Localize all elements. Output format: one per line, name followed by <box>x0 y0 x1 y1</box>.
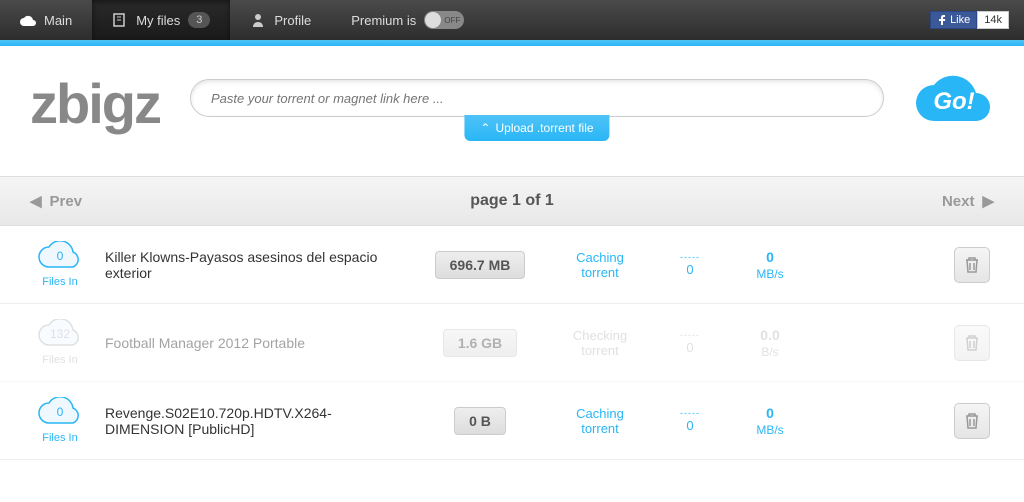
trash-icon <box>964 256 980 274</box>
search-input[interactable] <box>190 79 884 117</box>
search-wrapper: ⌃ Upload .torrent file <box>190 79 884 117</box>
file-speed: 0MB/s <box>735 249 805 281</box>
premium-status: Premium is OFF <box>351 11 464 29</box>
file-list: 0 Files In Killer Klowns-Payasos asesino… <box>0 226 1024 460</box>
files-in-label: Files In <box>30 276 90 288</box>
facebook-like[interactable]: Like 14k <box>930 11 1009 29</box>
upload-icon: ⌃ <box>480 121 490 135</box>
file-status: Cachingtorrent <box>555 406 645 436</box>
prev-button[interactable]: ◀ Prev <box>30 192 82 210</box>
file-seeds: -----0 <box>660 330 720 355</box>
nav-myfiles[interactable]: My files 3 <box>92 0 230 40</box>
svg-text:132: 132 <box>50 327 70 341</box>
cloud-icon: 132 <box>37 319 83 347</box>
nav-main[interactable]: Main <box>0 0 92 40</box>
cloud-icon: 0 <box>37 397 83 425</box>
file-seeds: -----0 <box>660 252 720 277</box>
file-status: Checkingtorrent <box>555 328 645 358</box>
cloud-icon <box>20 12 36 28</box>
file-row: 132 Files In Football Manager 2012 Porta… <box>0 304 1024 382</box>
file-status: Cachingtorrent <box>555 250 645 280</box>
file-seeds: -----0 <box>660 408 720 433</box>
chevron-right-icon: ▶ <box>982 192 994 210</box>
fb-like-button[interactable]: Like <box>930 11 977 29</box>
premium-label: Premium is <box>351 13 416 28</box>
fb-count: 14k <box>977 11 1009 29</box>
files-in-column: 0 Files In <box>30 397 90 444</box>
page-indicator: page 1 of 1 <box>82 192 942 210</box>
pager: ◀ Prev page 1 of 1 Next ▶ <box>0 176 1024 226</box>
premium-toggle[interactable]: OFF <box>424 11 464 29</box>
facebook-icon <box>937 15 947 25</box>
file-speed: 0.0B/s <box>735 327 805 359</box>
svg-text:0: 0 <box>57 249 64 263</box>
trash-icon <box>964 334 980 352</box>
go-button[interactable]: Go! <box>914 71 994 126</box>
topbar: Main My files 3 Profile Premium is OFF L… <box>0 0 1024 40</box>
delete-button[interactable] <box>954 403 990 439</box>
file-size: 1.6 GB <box>420 329 540 357</box>
myfiles-count-badge: 3 <box>188 12 210 28</box>
upload-torrent-button[interactable]: ⌃ Upload .torrent file <box>464 115 609 141</box>
files-icon <box>112 12 128 28</box>
svg-text:Go!: Go! <box>933 88 974 115</box>
delete-button[interactable] <box>954 325 990 361</box>
trash-icon <box>964 412 980 430</box>
file-size: 696.7 MB <box>420 251 540 279</box>
cloud-icon: 0 <box>37 241 83 269</box>
nav-main-label: Main <box>44 13 72 28</box>
delete-column <box>954 325 994 361</box>
nav-myfiles-label: My files <box>136 13 180 28</box>
logo: zbigz <box>30 71 160 136</box>
file-row: 0 Files In Revenge.S02E10.720p.HDTV.X264… <box>0 382 1024 460</box>
file-speed: 0MB/s <box>735 405 805 437</box>
svg-text:0: 0 <box>57 405 64 419</box>
files-in-label: Files In <box>30 432 90 444</box>
nav-profile[interactable]: Profile <box>230 0 331 40</box>
delete-column <box>954 403 994 439</box>
file-size: 0 B <box>420 407 540 435</box>
files-in-label: Files In <box>30 354 90 366</box>
file-title[interactable]: Killer Klowns-Payasos asesinos del espac… <box>105 249 405 281</box>
delete-column <box>954 247 994 283</box>
person-icon <box>250 12 266 28</box>
delete-button[interactable] <box>954 247 990 283</box>
files-in-column: 0 Files In <box>30 241 90 288</box>
hero-section: zbigz ⌃ Upload .torrent file Go! <box>0 46 1024 156</box>
file-title[interactable]: Revenge.S02E10.720p.HDTV.X264-DIMENSION … <box>105 405 405 437</box>
file-row: 0 Files In Killer Klowns-Payasos asesino… <box>0 226 1024 304</box>
nav-profile-label: Profile <box>274 13 311 28</box>
file-title[interactable]: Football Manager 2012 Portable <box>105 335 405 351</box>
chevron-left-icon: ◀ <box>30 192 42 210</box>
files-in-column: 132 Files In <box>30 319 90 366</box>
next-button[interactable]: Next ▶ <box>942 192 994 210</box>
